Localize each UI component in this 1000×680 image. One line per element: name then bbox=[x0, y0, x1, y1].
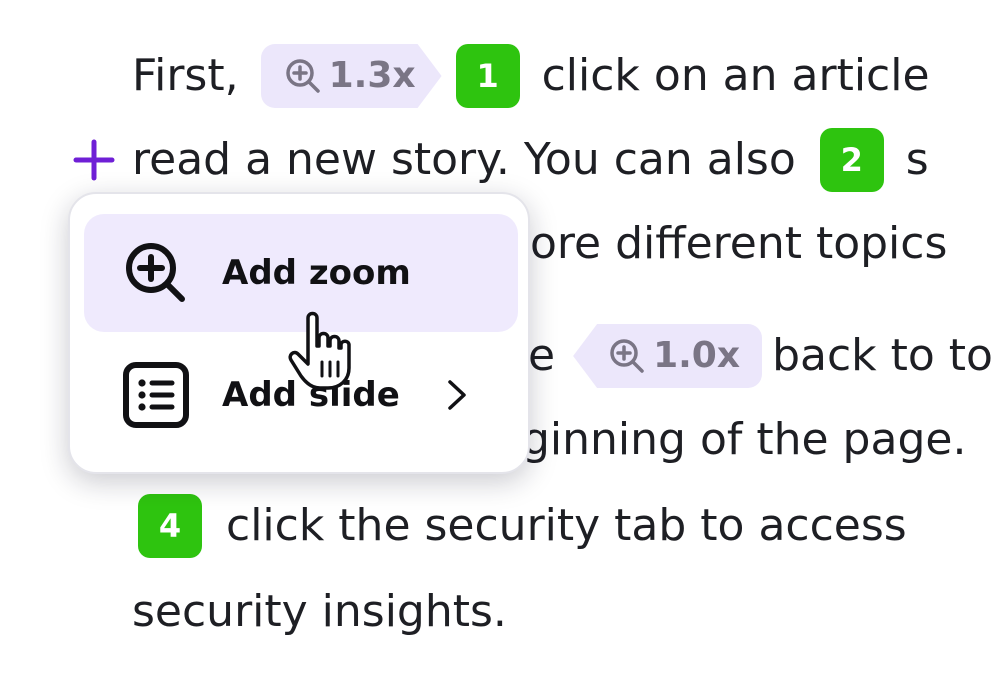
text-line-3: ore different topics bbox=[530, 214, 947, 274]
step-badge[interactable]: 1 bbox=[455, 44, 520, 108]
line-text: read a new story. You can also bbox=[132, 134, 796, 185]
line-text: ore different topics bbox=[530, 218, 948, 269]
text-line-5: ginning of the page. bbox=[522, 410, 966, 470]
zoom-chip-label: 1.0x bbox=[653, 335, 741, 376]
add-block-plus-icon[interactable] bbox=[70, 136, 118, 184]
line-text: click on an article bbox=[541, 50, 930, 101]
zoom-chip-1[interactable]: 1.3x bbox=[261, 44, 442, 108]
text-line-6: 4 click the security tab to access bbox=[138, 494, 907, 558]
zoom-in-icon bbox=[610, 339, 644, 373]
line-text: e bbox=[528, 330, 556, 381]
hand-pointer-cursor-icon bbox=[288, 311, 351, 390]
line-text: back to to bbox=[772, 330, 993, 381]
step-badge[interactable]: 2 bbox=[819, 128, 884, 192]
menu-item-label: Add zoom bbox=[222, 253, 411, 293]
line-text: ginning of the page. bbox=[522, 414, 967, 465]
zoom-in-icon bbox=[283, 56, 323, 96]
zoom-chip-label: 1.3x bbox=[328, 55, 416, 96]
line-text: click the security tab to access bbox=[226, 500, 907, 551]
text-line-1: First, 1.3x 1 click on an article bbox=[132, 44, 930, 108]
zoom-in-icon bbox=[126, 243, 185, 302]
text-line-2: read a new story. You can also 2 s bbox=[132, 128, 929, 192]
list-icon bbox=[123, 362, 189, 428]
text-line-7: security insights. bbox=[132, 582, 507, 642]
line-text: s bbox=[905, 134, 929, 185]
text-line-4: e 1.0x back to to bbox=[528, 324, 993, 388]
step-badge[interactable]: 4 bbox=[138, 494, 202, 558]
chevron-right-icon bbox=[448, 380, 466, 410]
line-text: security insights. bbox=[132, 586, 507, 637]
zoom-chip-2[interactable]: 1.0x bbox=[573, 324, 763, 388]
line-text: First, bbox=[132, 50, 239, 101]
